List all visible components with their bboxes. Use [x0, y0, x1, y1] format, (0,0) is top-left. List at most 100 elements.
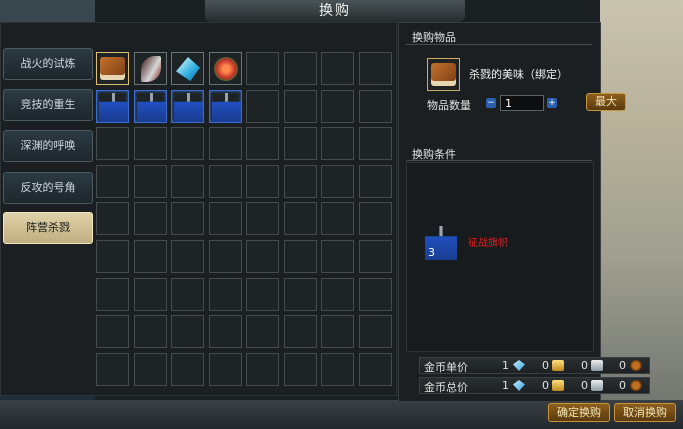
grid-slot[interactable]: [171, 202, 204, 235]
grid-slot[interactable]: [134, 52, 167, 85]
coin-value: 0: [619, 379, 626, 392]
window-titlebar[interactable]: 换购: [205, 0, 465, 23]
grid-slot[interactable]: [134, 353, 167, 386]
grid-slot[interactable]: [209, 278, 242, 311]
grid-slot[interactable]: [359, 240, 392, 273]
silver-value: 0: [581, 359, 588, 372]
quantity-label: 物品数量: [427, 99, 471, 112]
grid-slot[interactable]: [284, 278, 317, 311]
grid-slot[interactable]: [171, 90, 204, 123]
grid-slot[interactable]: [321, 90, 354, 123]
exchange-item-slot[interactable]: [427, 58, 460, 91]
grid-slot[interactable]: [246, 90, 279, 123]
tab-label: 战火的试炼: [20, 57, 76, 70]
grid-slot[interactable]: [321, 202, 354, 235]
tab-zhenying[interactable]: 阵营杀戮: [3, 212, 93, 244]
coin-icon: [630, 360, 642, 371]
grid-slot[interactable]: [246, 127, 279, 160]
grid-slot[interactable]: [359, 315, 392, 348]
quantity-input[interactable]: [500, 95, 544, 111]
grid-slot[interactable]: [209, 240, 242, 273]
diamond-value: 1: [502, 379, 509, 392]
grid-slot[interactable]: [246, 202, 279, 235]
grid-slot[interactable]: [321, 315, 354, 348]
grid-slot[interactable]: [171, 127, 204, 160]
grid-slot[interactable]: [171, 278, 204, 311]
grid-slot[interactable]: [134, 90, 167, 123]
grid-slot[interactable]: [134, 278, 167, 311]
grid-slot[interactable]: [209, 202, 242, 235]
grid-slot[interactable]: [284, 165, 317, 198]
grid-slot[interactable]: [246, 240, 279, 273]
grid-slot[interactable]: [284, 353, 317, 386]
tab-shenyuan[interactable]: 深渊的呼唤: [3, 130, 93, 162]
grid-slot[interactable]: [96, 240, 129, 273]
grid-slot[interactable]: [134, 165, 167, 198]
total-price-label: 金币总价: [424, 381, 468, 394]
max-quantity-button[interactable]: 最大: [586, 93, 626, 111]
grid-slot[interactable]: [209, 52, 242, 85]
grid-slot[interactable]: [359, 90, 392, 123]
grid-slot[interactable]: [171, 240, 204, 273]
grid-slot[interactable]: [284, 90, 317, 123]
grid-slot[interactable]: [321, 165, 354, 198]
exchange-window: 换购 战火的试炼 竞技的重生 深渊的呼唤 反攻的号角 阵营杀戮 换购物品 杀戮的…: [0, 0, 683, 429]
banner-icon: [99, 93, 128, 122]
grid-slot[interactable]: [171, 315, 204, 348]
grid-slot[interactable]: [209, 90, 242, 123]
grid-slot[interactable]: [284, 202, 317, 235]
grid-slot[interactable]: [134, 127, 167, 160]
grid-slot[interactable]: [359, 278, 392, 311]
grid-slot[interactable]: [359, 353, 392, 386]
grid-slot[interactable]: [321, 240, 354, 273]
grid-slot[interactable]: [171, 52, 204, 85]
grid-slot[interactable]: [96, 202, 129, 235]
grid-slot[interactable]: [209, 165, 242, 198]
quantity-decrease-button[interactable]: −: [486, 98, 496, 108]
grid-slot[interactable]: [171, 165, 204, 198]
grid-slot[interactable]: [209, 127, 242, 160]
grid-slot[interactable]: [96, 90, 129, 123]
confirm-exchange-button[interactable]: 确定换购: [548, 403, 610, 422]
grid-slot[interactable]: [284, 315, 317, 348]
silver-icon: [591, 360, 603, 371]
grid-slot[interactable]: [284, 240, 317, 273]
tab-jingji[interactable]: 竞技的重生: [3, 89, 93, 121]
tab-zhanhuo[interactable]: 战火的试炼: [3, 48, 93, 80]
grid-slot[interactable]: [246, 315, 279, 348]
grid-slot[interactable]: [321, 52, 354, 85]
grid-slot[interactable]: [246, 278, 279, 311]
grid-slot[interactable]: [359, 165, 392, 198]
grid-slot[interactable]: [96, 315, 129, 348]
grid-slot[interactable]: [246, 353, 279, 386]
grid-slot[interactable]: [246, 165, 279, 198]
grid-slot[interactable]: [284, 52, 317, 85]
cancel-exchange-button[interactable]: 取消换购: [614, 403, 676, 422]
grid-slot[interactable]: [96, 127, 129, 160]
tab-fangong[interactable]: 反攻的号角: [3, 172, 93, 204]
required-item-name: 征战旗帜: [468, 238, 508, 249]
grid-slot[interactable]: [134, 315, 167, 348]
grid-slot[interactable]: [284, 127, 317, 160]
grid-slot[interactable]: [171, 353, 204, 386]
grid-slot[interactable]: [134, 202, 167, 235]
grid-slot[interactable]: [209, 315, 242, 348]
grid-slot[interactable]: [321, 353, 354, 386]
grid-slot[interactable]: [96, 353, 129, 386]
gold-value: 0: [542, 359, 549, 372]
grid-slot[interactable]: [321, 127, 354, 160]
grid-slot[interactable]: [246, 52, 279, 85]
grid-slot[interactable]: [359, 127, 392, 160]
grid-slot[interactable]: [96, 278, 129, 311]
grid-slot[interactable]: [96, 52, 129, 85]
section-divider: [406, 160, 592, 161]
quantity-increase-button[interactable]: +: [547, 98, 557, 108]
banner-icon: [212, 93, 241, 122]
grid-slot[interactable]: [96, 165, 129, 198]
grid-slot[interactable]: [134, 240, 167, 273]
grid-slot[interactable]: [359, 202, 392, 235]
grid-slot[interactable]: [209, 353, 242, 386]
unit-price-row: 金币单价 1 0 0 0: [419, 357, 650, 374]
grid-slot[interactable]: [321, 278, 354, 311]
grid-slot[interactable]: [359, 52, 392, 85]
